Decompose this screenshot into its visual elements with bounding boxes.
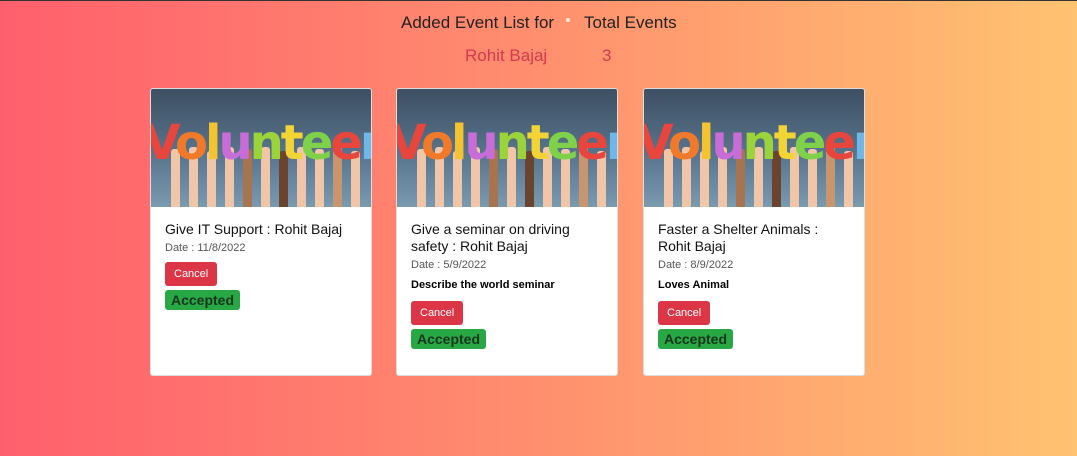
cancel-button[interactable]: Cancel <box>658 301 711 325</box>
event-date: Date : 11/8/2022 <box>165 242 246 254</box>
status-badge: Accepted <box>411 329 487 349</box>
cancel-button[interactable]: Cancel <box>165 262 218 286</box>
event-title: Faster a Shelter Animals : Rohit Bajaj <box>658 221 819 254</box>
event-card: Volunteer Give IT Support : Rohit Bajaj … <box>150 88 372 376</box>
event-description: Describe the world seminar <box>411 279 555 291</box>
svg-text:Volunteer: Volunteer <box>397 115 617 171</box>
volunteer-image: Volunteer <box>397 89 617 207</box>
page-title: Added Event List for <box>401 13 555 32</box>
status-badge: Accepted <box>658 329 734 349</box>
volunteer-image: Volunteer <box>644 89 864 207</box>
status-badge: Accepted <box>165 290 241 310</box>
event-title: Give a seminar on driving safety : Rohit… <box>411 221 570 254</box>
event-description: Loves Animal <box>658 279 730 291</box>
event-date: Date : 8/9/2022 <box>658 259 734 271</box>
svg-text:Volunteer: Volunteer <box>151 115 371 171</box>
event-card: Volunteer Give a seminar on driving safe… <box>396 88 618 376</box>
separator-dot <box>566 18 570 22</box>
total-events-label: Total Events <box>584 13 677 32</box>
volunteer-image: Volunteer <box>151 89 371 207</box>
cancel-button[interactable]: Cancel <box>411 301 464 325</box>
event-date: Date : 5/9/2022 <box>411 259 487 271</box>
event-card: Volunteer Faster a Shelter Animals : Roh… <box>643 88 865 376</box>
event-count: 3 <box>602 46 612 65</box>
user-name: Rohit Bajaj <box>465 46 548 65</box>
event-title: Give IT Support : Rohit Bajaj <box>165 221 343 237</box>
header: Added Event List for Total Events <box>0 13 1077 35</box>
svg-text:Volunteer: Volunteer <box>644 115 864 171</box>
